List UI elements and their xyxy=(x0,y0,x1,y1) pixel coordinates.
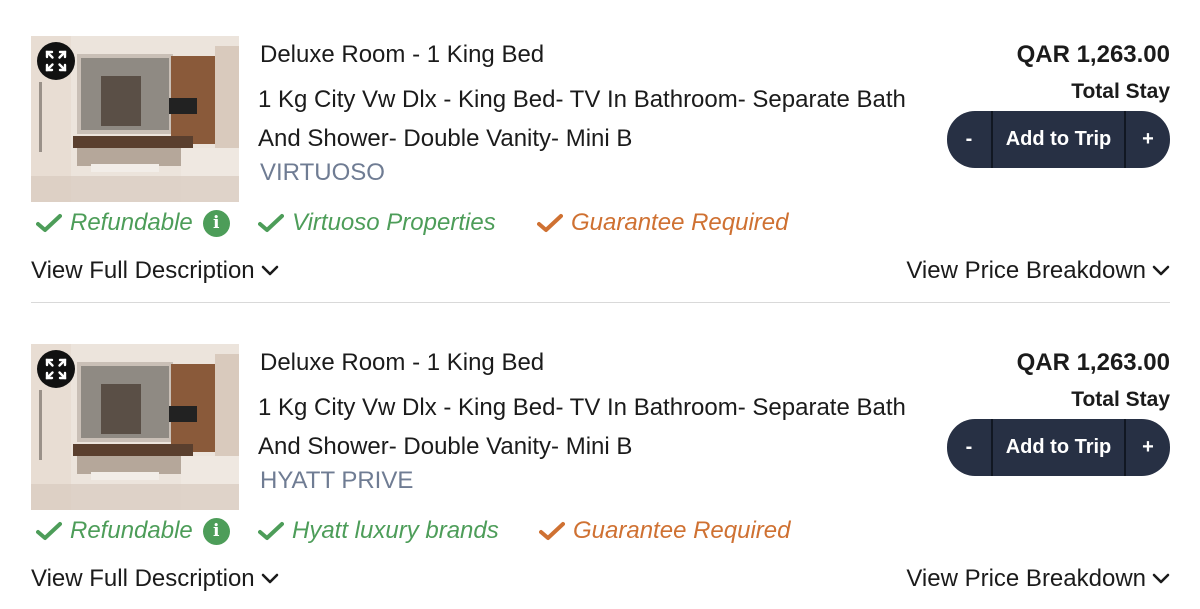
price-label: Total Stay xyxy=(1071,388,1170,411)
view-full-description-label: View Full Description xyxy=(31,565,255,592)
view-price-breakdown-link[interactable]: View Price Breakdown xyxy=(906,564,1170,594)
check-icon xyxy=(36,522,62,540)
chevron-down-icon xyxy=(1152,265,1170,276)
guarantee-badge: Guarantee Required xyxy=(537,205,788,241)
rate-divider xyxy=(31,302,1170,303)
add-to-trip-button[interactable]: Add to Trip xyxy=(991,111,1126,168)
program-badge-label: Virtuoso Properties xyxy=(292,209,496,236)
rate-program: VIRTUOSO xyxy=(260,159,385,186)
check-icon xyxy=(258,214,284,232)
increase-button[interactable]: + xyxy=(1126,111,1170,168)
total-price: QAR 1,263.00 xyxy=(1016,349,1170,376)
room-name: Deluxe Room - 1 King Bed xyxy=(260,41,545,68)
room-description: 1 Kg City Vw Dlx - King Bed- TV In Bathr… xyxy=(258,394,906,460)
add-to-trip-button[interactable]: Add to Trip xyxy=(991,419,1126,476)
refundable-label: Refundable xyxy=(70,209,193,236)
refundable-label: Refundable xyxy=(70,517,193,544)
chevron-down-icon xyxy=(261,573,278,584)
program-badge: Hyatt luxury brands xyxy=(258,513,499,549)
view-price-breakdown-label: View Price Breakdown xyxy=(906,565,1146,592)
expand-icon xyxy=(45,358,67,380)
info-icon[interactable]: i xyxy=(202,209,230,237)
view-full-description-link[interactable]: View Full Description xyxy=(31,256,279,286)
view-price-breakdown-label: View Price Breakdown xyxy=(906,257,1146,284)
chevron-down-icon xyxy=(261,265,278,276)
room-photo[interactable] xyxy=(31,36,239,202)
increase-button[interactable]: + xyxy=(1126,419,1170,476)
check-icon xyxy=(539,522,565,540)
room-name: Deluxe Room - 1 King Bed xyxy=(260,349,545,376)
total-price: QAR 1,263.00 xyxy=(1016,41,1170,68)
refundable-badge: Refundable i xyxy=(36,513,230,549)
check-icon xyxy=(537,214,563,232)
room-description: 1 Kg City Vw Dlx - King Bed- TV In Bathr… xyxy=(258,86,906,152)
expand-icon xyxy=(45,50,67,72)
view-full-description-link[interactable]: View Full Description xyxy=(31,564,279,594)
refundable-badge: Refundable i xyxy=(36,205,230,241)
rate-card: Deluxe Room - 1 King Bed 1 Kg City Vw Dl… xyxy=(0,308,1200,608)
guarantee-badge: Guarantee Required xyxy=(539,513,790,549)
add-to-trip-control: - Add to Trip + xyxy=(947,419,1170,476)
rate-card: Deluxe Room - 1 King Bed 1 Kg City Vw Dl… xyxy=(0,0,1200,303)
room-photo[interactable] xyxy=(31,344,239,510)
program-badge: Virtuoso Properties xyxy=(258,205,496,241)
view-full-description-label: View Full Description xyxy=(31,257,255,284)
chevron-down-icon xyxy=(1152,573,1170,584)
guarantee-label: Guarantee Required xyxy=(571,209,789,236)
check-icon xyxy=(36,214,62,232)
expand-photo-button[interactable] xyxy=(37,350,75,388)
price-label: Total Stay xyxy=(1071,80,1170,103)
program-badge-label: Hyatt luxury brands xyxy=(292,517,499,544)
check-icon xyxy=(258,522,284,540)
view-price-breakdown-link[interactable]: View Price Breakdown xyxy=(906,256,1170,286)
info-icon[interactable]: i xyxy=(202,517,230,545)
rate-program: HYATT PRIVE xyxy=(260,467,414,494)
guarantee-label: Guarantee Required xyxy=(573,517,791,544)
decrease-button[interactable]: - xyxy=(947,419,991,476)
decrease-button[interactable]: - xyxy=(947,111,991,168)
add-to-trip-control: - Add to Trip + xyxy=(947,111,1170,168)
expand-photo-button[interactable] xyxy=(37,42,75,80)
